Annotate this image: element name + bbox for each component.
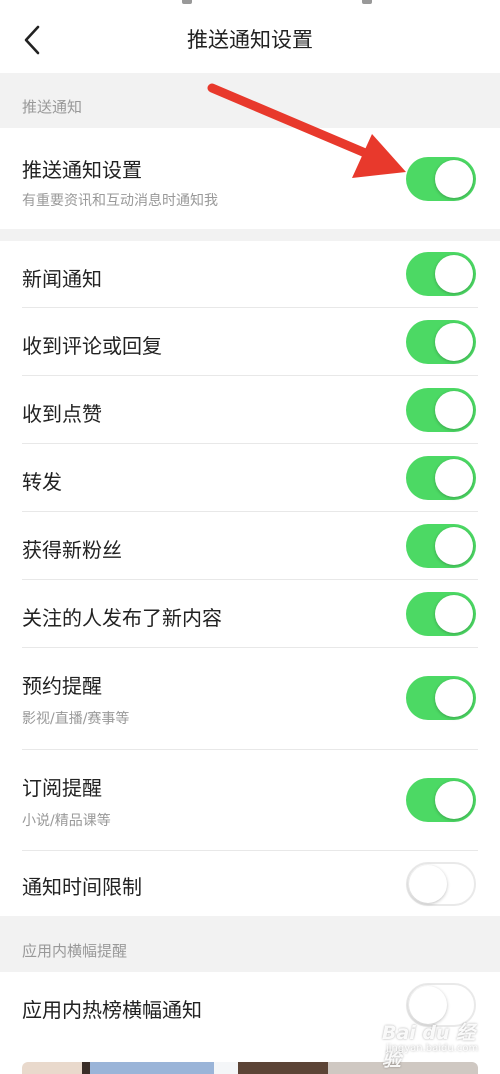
preview-thumbnail xyxy=(238,1062,328,1074)
notification-row: 获得新粉丝 xyxy=(0,512,500,580)
notification-title: 通知时间限制 xyxy=(22,875,142,899)
toggle-knob xyxy=(435,527,473,565)
push-setting-title: 推送通知设置 xyxy=(22,158,142,182)
push-setting-toggle[interactable] xyxy=(406,157,476,201)
notification-title: 预约提醒 xyxy=(22,674,102,698)
toggle-knob xyxy=(435,459,473,497)
push-settings-card: 推送通知设置 有重要资讯和互动消息时通知我 xyxy=(0,128,500,229)
notification-row: 新闻通知 xyxy=(0,241,500,308)
watermark-url: jingyan.baidu.com xyxy=(386,1043,479,1054)
push-setting-subtitle: 有重要资讯和互动消息时通知我 xyxy=(22,193,218,209)
notification-title: 收到点赞 xyxy=(22,402,102,426)
likes-toggle[interactable] xyxy=(406,388,476,432)
notification-title: 收到评论或回复 xyxy=(22,334,162,358)
toggle-knob xyxy=(435,781,473,819)
notification-title: 订阅提醒 xyxy=(22,776,102,800)
notification-title: 转发 xyxy=(22,470,62,494)
status-indicator xyxy=(182,0,192,4)
notification-title: 获得新粉丝 xyxy=(22,538,122,562)
section-header-banner: 应用内横幅提醒 xyxy=(22,942,128,960)
nav-header: 推送通知设置 xyxy=(0,8,500,73)
repost-toggle[interactable] xyxy=(406,456,476,500)
section-header-push: 推送通知 xyxy=(22,98,83,116)
toggle-knob xyxy=(409,865,447,903)
toggle-knob xyxy=(435,255,473,293)
notification-row: 订阅提醒 小说/精品课等 xyxy=(0,750,500,851)
notification-row: 关注的人发布了新内容 xyxy=(0,580,500,648)
banner-setting-title: 应用内热榜横幅通知 xyxy=(22,998,202,1022)
followed-content-toggle[interactable] xyxy=(406,592,476,636)
preview-thumbnail xyxy=(90,1062,214,1074)
toggle-knob xyxy=(435,595,473,633)
baidu-jingyan-watermark: Bai du 经验 jingyan.baidu.com xyxy=(382,1018,492,1071)
notification-row: 转发 xyxy=(0,444,500,512)
new-follower-toggle[interactable] xyxy=(406,524,476,568)
push-setting-row: 推送通知设置 有重要资讯和互动消息时通知我 xyxy=(0,128,500,229)
notification-row: 通知时间限制 xyxy=(0,851,500,916)
notification-list: 新闻通知 收到评论或回复 收到点赞 转发 获得新粉丝 关注的人发布了新内容 预约… xyxy=(0,241,500,916)
toggle-knob xyxy=(435,160,473,198)
page-title: 推送通知设置 xyxy=(187,28,313,52)
notification-title: 新闻通知 xyxy=(22,267,102,291)
time-limit-toggle[interactable] xyxy=(406,862,476,906)
status-indicator xyxy=(362,0,372,4)
comment-reply-toggle[interactable] xyxy=(406,320,476,364)
notification-subtitle: 小说/精品课等 xyxy=(22,813,111,829)
subscription-reminder-toggle[interactable] xyxy=(406,778,476,822)
notification-subtitle: 影视/直播/赛事等 xyxy=(22,711,130,727)
status-bar xyxy=(0,0,500,8)
reservation-reminder-toggle[interactable] xyxy=(406,676,476,720)
notification-row: 收到点赞 xyxy=(0,376,500,444)
preview-thumbnail xyxy=(82,1062,90,1074)
toggle-knob xyxy=(435,323,473,361)
toggle-knob xyxy=(435,679,473,717)
notification-row: 收到评论或回复 xyxy=(0,308,500,376)
toggle-knob xyxy=(435,391,473,429)
news-notification-toggle[interactable] xyxy=(406,252,476,296)
notification-title: 关注的人发布了新内容 xyxy=(22,606,222,630)
preview-thumbnail xyxy=(214,1062,238,1074)
preview-thumbnail xyxy=(22,1062,82,1074)
notification-row: 预约提醒 影视/直播/赛事等 xyxy=(0,648,500,750)
